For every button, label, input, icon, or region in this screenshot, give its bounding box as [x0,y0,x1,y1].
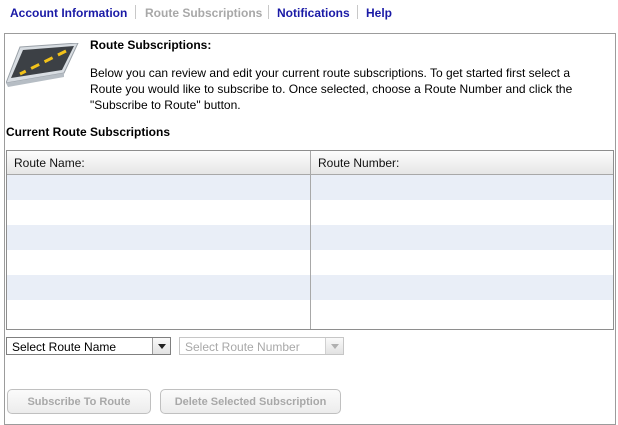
intro-title: Route Subscriptions: [90,38,212,52]
road-icon [6,43,79,87]
column-header-route-number[interactable]: Route Number: [318,156,399,170]
route-name-select[interactable]: Select Route Name [6,337,171,355]
chevron-down-icon[interactable] [325,338,343,354]
current-subscriptions-title: Current Route Subscriptions [6,125,171,139]
nav-account-information[interactable]: Account Information [10,6,127,20]
top-nav: Account Information Route Subscriptions … [0,0,618,27]
column-header-route-name[interactable]: Route Name: [14,156,85,170]
subscribe-to-route-button[interactable]: Subscribe To Route [7,389,151,414]
nav-notifications[interactable]: Notifications [277,6,350,20]
nav-route-subscriptions[interactable]: Route Subscriptions [145,6,262,20]
nav-separator [357,5,358,19]
route-subscriptions-panel: Route Subscriptions: Below you can revie… [4,33,616,425]
nav-help[interactable]: Help [366,6,392,20]
intro-text: Below you can review and edit your curre… [90,66,573,112]
delete-selected-subscription-button[interactable]: Delete Selected Subscription [160,389,341,414]
column-divider [310,151,311,329]
nav-separator [268,5,269,19]
chevron-down-icon[interactable] [152,338,170,354]
subscriptions-table: Route Name: Route Number: [6,150,614,330]
route-number-select[interactable]: Select Route Number [179,337,344,355]
route-name-select-value: Select Route Name [12,340,117,354]
nav-separator [135,5,136,19]
route-number-select-value: Select Route Number [185,340,300,354]
